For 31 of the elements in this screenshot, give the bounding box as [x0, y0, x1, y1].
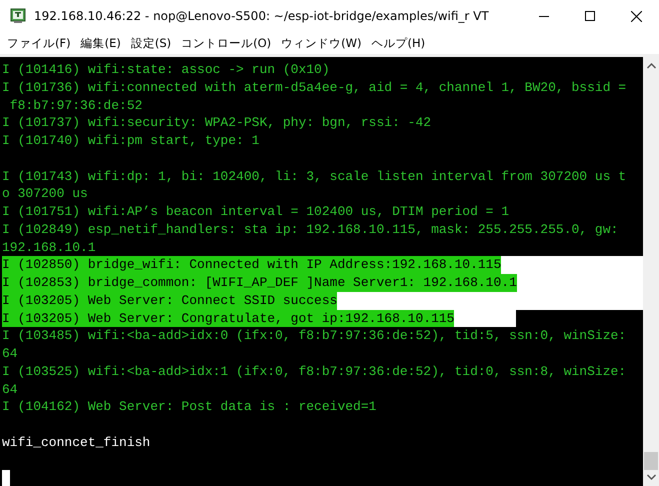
- maximize-icon: [585, 11, 595, 21]
- menu-item[interactable]: ヘルプ(H): [366, 33, 430, 53]
- menu-item[interactable]: 編集(E): [76, 33, 126, 53]
- window-title: 192.168.10.46:22 - nop@Lenovo-S500: ~/esp-iot-bridge/examples/wifi_r VT: [34, 9, 489, 23]
- log-line: I (101416) wifi:state: assoc -> run (0x10): [2, 61, 330, 79]
- text-cursor: [2, 470, 10, 486]
- log-line: 192.168.10.1: [2, 238, 96, 256]
- menu-item[interactable]: ファイル(F): [2, 33, 76, 53]
- log-line: I (101736) wifi:connected with aterm-d5a4ee-g, aid = 4, channel 1, BW20, bssid =: [2, 78, 626, 96]
- terminal-app-icon: [10, 8, 26, 24]
- scroll-down-icon[interactable]: [646, 474, 656, 480]
- log-line: f8:b7:97:36:de:52: [8, 96, 142, 114]
- log-line: I (101751) wifi:AP’s beacon interval = 102400 us, DTIM period = 1: [2, 203, 510, 221]
- log-line: 64: [2, 380, 18, 398]
- log-line: I (104162) Web Server: Post data is : received=1: [2, 398, 376, 416]
- log-line: o 307200 us: [2, 185, 88, 203]
- log-line: I (101743) wifi:dp: 1, bi: 102400, li: 3, scale listen interval from 307200 us t: [2, 168, 626, 186]
- log-line: I (101740) wifi:pm start, type: 1: [2, 132, 260, 150]
- output-line: wifi_conncet_finish: [2, 434, 150, 452]
- log-line: I (103485) wifi:<ba-add>idx:0 (ifx:0, f8:b7:97:36:de:52), tid:5, ssn:0, winSize:: [2, 327, 626, 345]
- log-line: I (101737) wifi:security: WPA2-PSK, phy: bgn, rssi: -42: [2, 114, 432, 132]
- log-line: I (103525) wifi:<ba-add>idx:1 (ifx:0, f8:b7:97:36:de:52), tid:0, ssn:8, winSize:: [2, 362, 626, 380]
- log-line: 64: [2, 345, 18, 363]
- menu-item[interactable]: 設定(S): [126, 33, 176, 53]
- log-line: I (102849) esp_netif_handlers: sta ip: 192.168.10.115, mask: 255.255.255.0, gw:: [2, 220, 618, 238]
- close-icon: [630, 10, 642, 22]
- scrollbar[interactable]: [643, 57, 659, 486]
- menu-item[interactable]: ウィンドウ(W): [276, 33, 367, 53]
- menu-item[interactable]: コントロール(O): [176, 33, 276, 53]
- scroll-thumb[interactable]: [644, 452, 658, 470]
- scroll-up-icon[interactable]: [646, 63, 656, 69]
